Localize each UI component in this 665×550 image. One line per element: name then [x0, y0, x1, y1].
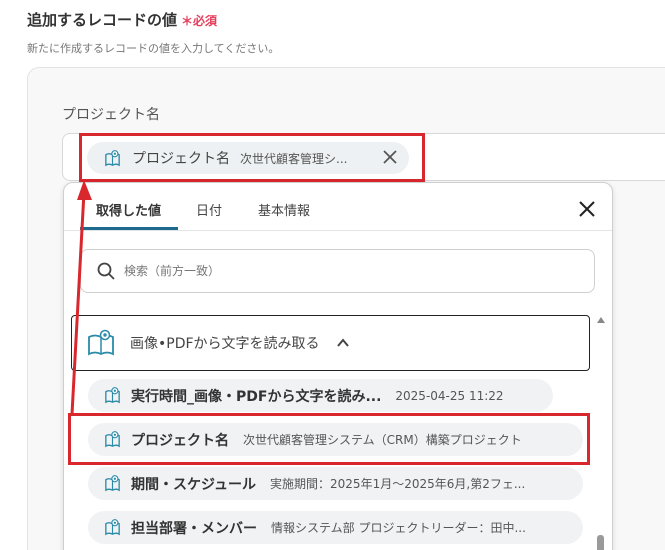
section-title: 追加するレコードの値 ＊必須: [27, 9, 217, 30]
search-input[interactable]: [124, 264, 524, 278]
field-label: プロジェクト名: [62, 107, 160, 123]
item-label: 担当部署・メンバー: [131, 520, 257, 537]
item-value: 実施期間：2025年1月〜2025年6月,第2フェ...: [270, 477, 526, 491]
item-label: 期間・スケジュール: [131, 476, 257, 493]
item-label: 実行時間_画像・PDFから文字を読み...: [131, 388, 382, 405]
section-title-text: 追加するレコードの値: [27, 11, 178, 29]
book-eye-icon: [105, 387, 120, 404]
highlight-box-item: [68, 413, 590, 465]
item-value: 情報システム部 プロジェクトリーダー：田中...: [271, 521, 526, 535]
section-description: 新たに作成するレコードの値を入力してください。: [27, 42, 280, 55]
chevron-up-icon[interactable]: [336, 336, 350, 350]
item-value: 2025-04-25 11:22: [395, 388, 504, 403]
close-icon[interactable]: [575, 197, 599, 221]
list-item-schedule[interactable]: 期間・スケジュール 実施期間：2025年1月〜2025年6月,第2フェ...: [88, 467, 583, 500]
search-box: [80, 249, 595, 293]
tab-basic-info[interactable]: 基本情報: [258, 200, 310, 219]
tab-acquired-values[interactable]: 取得した値: [96, 200, 161, 219]
scrollbar-thumb[interactable]: [597, 535, 604, 550]
list-item-execution-time[interactable]: 実行時間_画像・PDFから文字を読み... 2025-04-25 11:22: [88, 379, 553, 412]
required-badge: ＊必須: [181, 14, 218, 28]
book-eye-icon: [88, 329, 114, 356]
scroll-up-arrow-icon[interactable]: [596, 316, 606, 324]
book-eye-icon: [105, 519, 120, 536]
group-header-image-pdf-ocr[interactable]: 画像•PDFから文字を読み取る: [71, 315, 590, 371]
list-item-department-members[interactable]: 担当部署・メンバー 情報システム部 プロジェクトリーダー：田中...: [88, 511, 583, 544]
tab-divider: [64, 230, 612, 231]
group-label: 画像•PDFから文字を読み取る: [130, 336, 320, 352]
search-icon: [97, 262, 115, 280]
tab-date[interactable]: 日付: [196, 200, 222, 219]
book-eye-icon: [105, 475, 120, 492]
highlight-box-chip: [79, 133, 425, 182]
